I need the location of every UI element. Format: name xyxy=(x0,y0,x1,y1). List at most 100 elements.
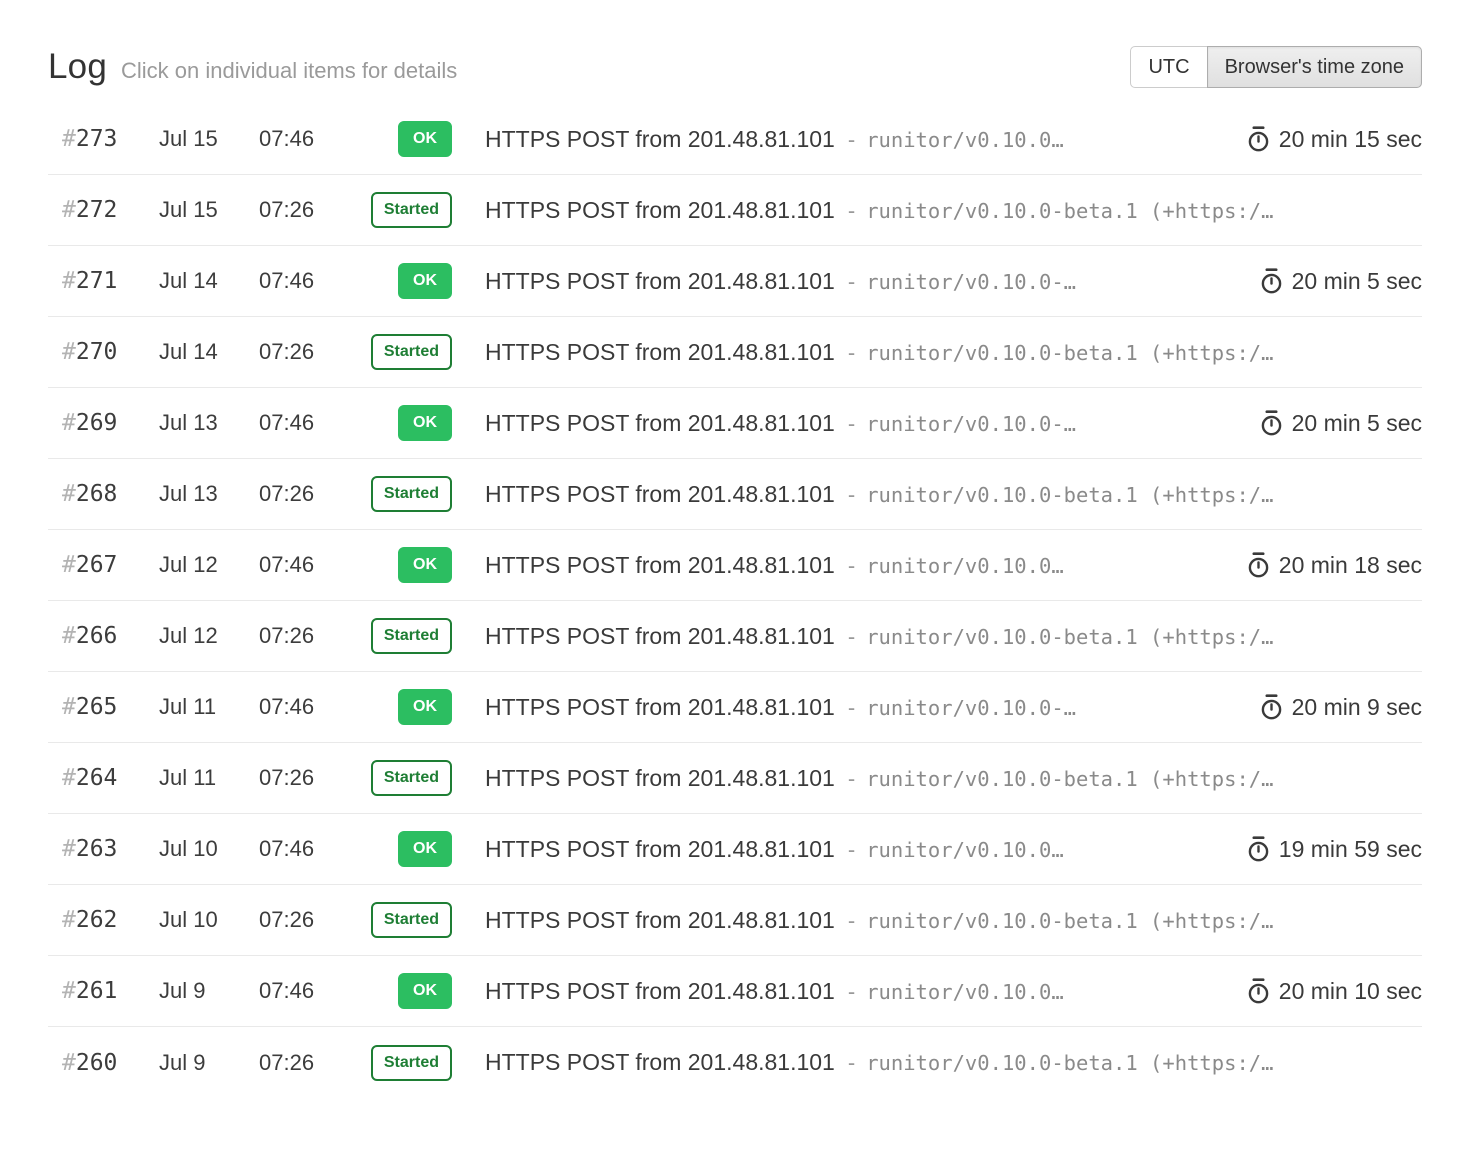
separator-dash: - xyxy=(848,695,855,721)
browsers-timezone-button[interactable]: Browser's time zone xyxy=(1207,46,1422,88)
hash-prefix: # xyxy=(62,481,76,507)
check-number-value: 267 xyxy=(76,552,118,578)
event-time: 07:26 xyxy=(259,1050,352,1076)
event-description: HTTPS POST from 201.48.81.101 xyxy=(485,126,835,153)
separator-dash: - xyxy=(848,979,855,1005)
event-date: Jul 15 xyxy=(159,197,259,223)
page-header: Log Click on individual items for detail… xyxy=(48,46,1422,88)
user-agent: runitor/v0.10.0… xyxy=(866,554,1063,578)
stopwatch-icon xyxy=(1259,267,1284,295)
event-date: Jul 9 xyxy=(159,1050,259,1076)
event-date: Jul 11 xyxy=(159,694,259,720)
check-number: #265 xyxy=(62,694,159,720)
status-badge: Started xyxy=(371,1045,452,1081)
separator-dash: - xyxy=(848,411,855,437)
log-row[interactable]: #272 Jul 15 07:26 Started HTTPS POST fro… xyxy=(48,175,1422,246)
user-agent: runitor/v0.10.0-… xyxy=(866,696,1076,720)
hash-prefix: # xyxy=(62,623,76,649)
log-row[interactable]: #261 Jul 9 07:46 OK HTTPS POST from 201.… xyxy=(48,956,1422,1027)
event-description-cell: HTTPS POST from 201.48.81.101 - runitor/… xyxy=(452,481,1367,508)
log-row[interactable]: #260 Jul 9 07:26 Started HTTPS POST from… xyxy=(48,1027,1422,1098)
duration: 20 min 5 sec xyxy=(1237,267,1422,295)
status-badge-cell: OK xyxy=(352,121,452,157)
log-page: Log Click on individual items for detail… xyxy=(0,46,1470,1098)
event-date: Jul 11 xyxy=(159,765,259,791)
stopwatch-icon xyxy=(1259,693,1284,721)
user-agent: runitor/v0.10.0-beta.1 (+https:/… xyxy=(866,1051,1273,1075)
log-row[interactable]: #267 Jul 12 07:46 OK HTTPS POST from 201… xyxy=(48,530,1422,601)
hash-prefix: # xyxy=(62,268,76,294)
log-row[interactable]: #265 Jul 11 07:46 OK HTTPS POST from 201… xyxy=(48,672,1422,743)
check-number-value: 265 xyxy=(76,694,118,720)
check-number: #272 xyxy=(62,197,159,223)
log-row[interactable]: #262 Jul 10 07:26 Started HTTPS POST fro… xyxy=(48,885,1422,956)
hash-prefix: # xyxy=(62,339,76,365)
stopwatch-icon xyxy=(1246,551,1271,579)
log-row[interactable]: #263 Jul 10 07:46 OK HTTPS POST from 201… xyxy=(48,814,1422,885)
log-row[interactable]: #271 Jul 14 07:46 OK HTTPS POST from 201… xyxy=(48,246,1422,317)
status-badge: OK xyxy=(398,121,452,157)
log-row[interactable]: #264 Jul 11 07:26 Started HTTPS POST fro… xyxy=(48,743,1422,814)
duration-text: 20 min 18 sec xyxy=(1279,552,1422,579)
status-badge-cell: Started xyxy=(352,476,452,512)
utc-button[interactable]: UTC xyxy=(1130,46,1207,88)
event-description-cell: HTTPS POST from 201.48.81.101 - runitor/… xyxy=(452,410,1237,437)
status-badge-cell: OK xyxy=(352,263,452,299)
check-number-value: 266 xyxy=(76,623,118,649)
event-date: Jul 13 xyxy=(159,410,259,436)
event-time: 07:46 xyxy=(259,694,352,720)
event-time: 07:26 xyxy=(259,481,352,507)
check-number: #262 xyxy=(62,907,159,933)
user-agent: runitor/v0.10.0-… xyxy=(866,270,1076,294)
check-number-value: 269 xyxy=(76,410,118,436)
log-row[interactable]: #270 Jul 14 07:26 Started HTTPS POST fro… xyxy=(48,317,1422,388)
event-time: 07:46 xyxy=(259,268,352,294)
log-row[interactable]: #269 Jul 13 07:46 OK HTTPS POST from 201… xyxy=(48,388,1422,459)
event-date: Jul 10 xyxy=(159,836,259,862)
check-number: #268 xyxy=(62,481,159,507)
duration-text: 19 min 59 sec xyxy=(1279,836,1422,863)
separator-dash: - xyxy=(848,269,855,295)
event-date: Jul 12 xyxy=(159,623,259,649)
event-description-cell: HTTPS POST from 201.48.81.101 - runitor/… xyxy=(452,339,1367,366)
log-row[interactable]: #266 Jul 12 07:26 Started HTTPS POST fro… xyxy=(48,601,1422,672)
duration-text: 20 min 9 sec xyxy=(1292,694,1422,721)
check-number: #266 xyxy=(62,623,159,649)
log-row[interactable]: #273 Jul 15 07:46 OK HTTPS POST from 201… xyxy=(48,104,1422,175)
duration: 20 min 5 sec xyxy=(1237,409,1422,437)
separator-dash: - xyxy=(848,127,855,153)
stopwatch-icon xyxy=(1259,409,1284,437)
duration: 19 min 59 sec xyxy=(1224,835,1422,863)
event-time: 07:46 xyxy=(259,836,352,862)
event-description: HTTPS POST from 201.48.81.101 xyxy=(485,694,835,721)
hash-prefix: # xyxy=(62,907,76,933)
check-number: #260 xyxy=(62,1050,159,1076)
hash-prefix: # xyxy=(62,410,76,436)
user-agent: runitor/v0.10.0-beta.1 (+https:/… xyxy=(866,767,1273,791)
hash-prefix: # xyxy=(62,694,76,720)
duration: 20 min 18 sec xyxy=(1224,551,1422,579)
status-badge-cell: OK xyxy=(352,689,452,725)
event-description-cell: HTTPS POST from 201.48.81.101 - runitor/… xyxy=(452,126,1224,153)
check-number: #263 xyxy=(62,836,159,862)
user-agent: runitor/v0.10.0-beta.1 (+https:/… xyxy=(866,341,1273,365)
timezone-toggle: UTC Browser's time zone xyxy=(1130,46,1422,88)
event-date: Jul 13 xyxy=(159,481,259,507)
status-badge-cell: OK xyxy=(352,405,452,441)
event-description-cell: HTTPS POST from 201.48.81.101 - runitor/… xyxy=(452,907,1367,934)
separator-dash: - xyxy=(848,198,855,224)
duration-text: 20 min 5 sec xyxy=(1292,268,1422,295)
status-badge: Started xyxy=(371,760,452,796)
duration-text: 20 min 10 sec xyxy=(1279,978,1422,1005)
user-agent: runitor/v0.10.0… xyxy=(866,128,1063,152)
duration-text: 20 min 15 sec xyxy=(1279,126,1422,153)
event-description: HTTPS POST from 201.48.81.101 xyxy=(485,765,835,792)
separator-dash: - xyxy=(848,553,855,579)
status-badge: Started xyxy=(371,618,452,654)
event-time: 07:26 xyxy=(259,339,352,365)
log-row[interactable]: #268 Jul 13 07:26 Started HTTPS POST fro… xyxy=(48,459,1422,530)
event-date: Jul 12 xyxy=(159,552,259,578)
check-number-value: 264 xyxy=(76,765,118,791)
check-number-value: 270 xyxy=(76,339,118,365)
check-number-value: 260 xyxy=(76,1050,118,1076)
